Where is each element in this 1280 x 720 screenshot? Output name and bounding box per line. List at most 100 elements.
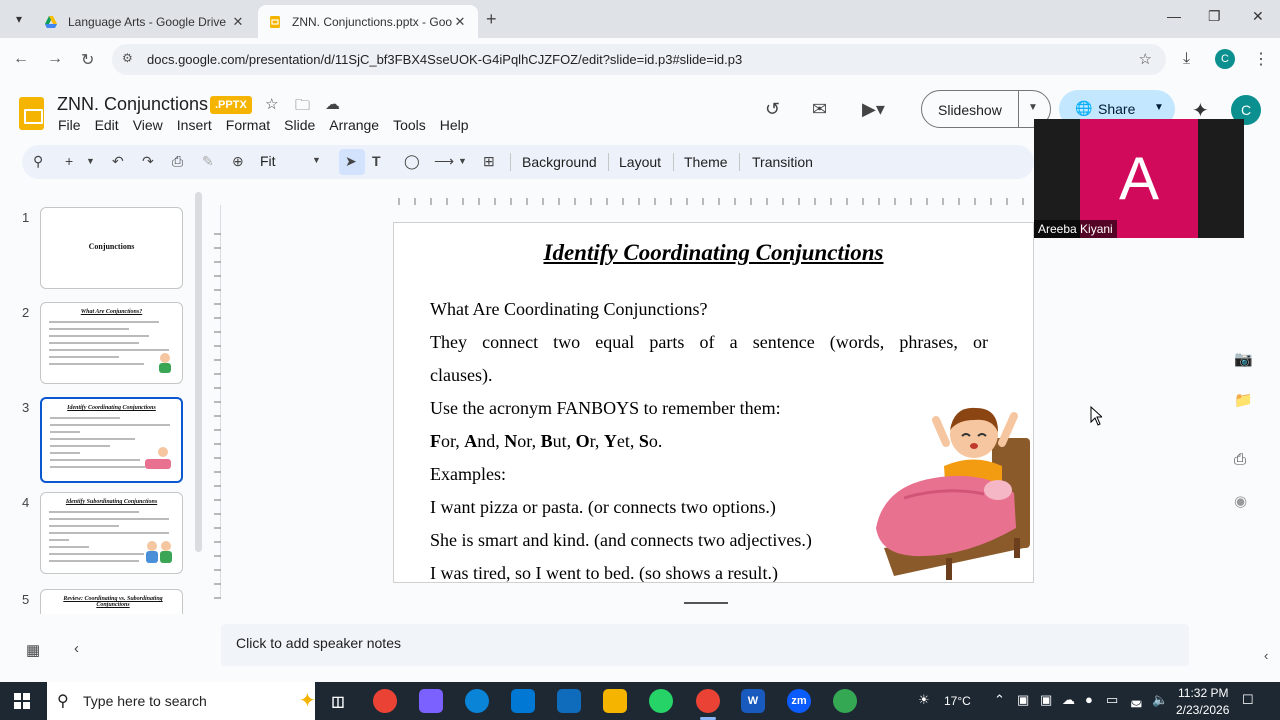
taskbar-search-box[interactable]: ⚲ Type here to search ✦ [47,682,316,720]
current-slide[interactable]: Identify Coordinating Conjunctions What … [393,222,1034,583]
slides-home-logo[interactable] [19,97,44,130]
filmstrip-scrollbar[interactable] [195,192,202,552]
site-info-icon[interactable]: ⚙ [122,51,133,65]
window-close-icon[interactable]: ✕ [1252,8,1264,25]
download-icon[interactable]: ⤓ [1183,50,1190,68]
close-tab-icon[interactable]: ✕ [230,14,246,30]
back-arrow-icon[interactable]: ← [13,50,29,68]
tab-znn-conjunctions[interactable]: ZNN. Conjunctions.pptx - Goog ✕ [258,5,478,38]
line-icon[interactable]: ⟶ [434,153,454,170]
record-icon[interactable]: ◉ [1234,492,1247,510]
file-explorer-icon[interactable] [603,689,627,713]
kebab-menu-icon[interactable]: ⋮ [1253,49,1269,69]
image-search-icon[interactable]: 📷 [1234,350,1253,368]
close-tab-icon[interactable]: ✕ [452,14,468,30]
show-hidden-icons-chevron-icon[interactable]: ⌃ [994,692,1005,708]
clock-date[interactable]: 2/23/2026 [1176,703,1229,717]
word-icon[interactable]: W [741,689,765,713]
slide-thumbnail-1[interactable]: Conjunctions [40,207,183,289]
grid-view-icon[interactable]: ▦ [26,641,40,659]
browser-profile-avatar[interactable]: C [1215,49,1235,69]
volume-icon[interactable]: 🔈 [1152,692,1168,708]
menu-format[interactable]: Format [226,117,270,133]
speaker-notes[interactable]: Click to add speaker notes [221,624,1189,666]
menu-help[interactable]: Help [440,117,469,133]
chrome-profile-icon[interactable] [833,689,857,713]
slide-thumbnail-2[interactable]: What Are Conjunctions? [40,302,183,384]
insert-comment-icon[interactable]: ⊞ [483,153,495,170]
waking-kid-in-bed-illustration[interactable] [874,398,1034,583]
menu-insert[interactable]: Insert [177,117,212,133]
outlook-icon[interactable] [557,689,581,713]
task-view-icon[interactable]: ◫ [326,689,350,713]
tab-search-chevron-icon[interactable]: ▾ [8,8,30,30]
meeting-video-tile[interactable]: A Areeba Kiyani [1034,119,1244,238]
zoom-icon[interactable]: ⊕ [232,153,244,170]
chrome-active-icon[interactable] [696,689,720,713]
print-icon[interactable]: ⎙ [172,153,183,170]
slideshow-button[interactable]: Slideshow ▼ [921,90,1051,128]
wifi-icon[interactable]: ◛ [1130,692,1143,708]
microsoft-store-icon[interactable] [511,689,535,713]
transition-button[interactable]: Transition [752,154,813,170]
address-bar[interactable]: ⚙ docs.google.com/presentation/d/11SjC_b… [112,44,1166,75]
reload-icon[interactable]: ↻ [81,50,94,70]
redo-icon[interactable]: ↷ [142,153,154,170]
select-cursor-icon[interactable]: ➤ [345,153,357,170]
slide-thumbnail-4[interactable]: Identify Subordinating Conjunctions [40,492,183,574]
add-to-slide-icon[interactable]: ⎙ [1234,451,1246,468]
menu-slide[interactable]: Slide [284,117,315,133]
tab-language-arts[interactable]: Language Arts - Google Drive ✕ [34,5,256,38]
microphone-icon[interactable]: ● [1085,692,1093,707]
tray-app-icon[interactable]: ▣ [1040,692,1052,708]
version-history-icon[interactable]: ↺ [765,99,780,120]
notifications-icon[interactable]: ☐ [1242,692,1254,708]
share-options-chevron-icon[interactable]: ▼ [1154,102,1164,113]
background-button[interactable]: Background [522,154,597,170]
new-slide-icon[interactable]: + [65,153,73,169]
edge-icon[interactable] [465,689,489,713]
slide-thumbnail-5[interactable]: Review: Coordinating vs. Subordinating C… [40,589,183,614]
clock-time[interactable]: 11:32 PM [1178,686,1228,700]
menu-view[interactable]: View [133,117,163,133]
weather-temperature[interactable]: 17°C [944,694,971,708]
new-tab-icon[interactable]: + [486,9,497,30]
onedrive-cloud-icon[interactable]: ☁ [1062,692,1075,708]
zoom-icon[interactable]: zm [787,689,811,713]
menu-file[interactable]: File [58,117,81,133]
menu-arrange[interactable]: Arrange [329,117,379,133]
restore-icon[interactable]: ❐ [1208,8,1221,25]
line-chevron-icon[interactable]: ▼ [458,156,467,166]
meet-camera-icon[interactable]: ▶▾ [862,99,885,120]
search-menus-icon[interactable]: ⚲ [33,153,43,170]
copilot-icon[interactable] [419,689,443,713]
menu-edit[interactable]: Edit [95,117,119,133]
weather-icon[interactable]: ☀ [918,692,930,708]
shape-icon[interactable]: ◯ [404,153,420,170]
cloud-status-icon[interactable]: ☁ [325,95,340,113]
undo-icon[interactable]: ↶ [112,153,124,170]
zoom-select[interactable]: Fit [260,153,276,169]
bookmark-star-icon[interactable]: ☆ [1139,50,1152,68]
slide-thumbnail-3[interactable]: Identify Coordinating Conjunctions [40,397,183,483]
forward-arrow-icon[interactable]: → [47,50,63,68]
layout-button[interactable]: Layout [619,154,661,170]
zoom-chevron-icon[interactable]: ▼ [312,155,321,165]
canvas-scroll-indicator[interactable] [684,602,728,604]
whatsapp-icon[interactable] [649,689,673,713]
collapse-filmstrip-chevron-icon[interactable]: ‹ [74,640,79,657]
theme-button[interactable]: Theme [684,154,728,170]
side-panel-collapse-icon[interactable]: ‹ [1264,648,1268,663]
comments-icon[interactable]: ✉ [812,99,827,120]
star-icon[interactable]: ☆ [265,95,278,113]
new-slide-chevron-icon[interactable]: ▼ [86,156,95,166]
document-title[interactable]: ZNN. Conjunctions [57,94,208,115]
minimize-icon[interactable]: — [1167,8,1181,24]
menu-tools[interactable]: Tools [393,117,426,133]
slide-title[interactable]: Identify Coordinating Conjunctions [394,240,1033,266]
slideshow-options-chevron-icon[interactable]: ▼ [1028,102,1038,113]
text-box-icon[interactable]: T [372,153,381,169]
paint-format-icon[interactable]: ✎ [202,153,214,170]
folder-icon[interactable]: 📁 [1234,391,1253,409]
windows-start-icon[interactable] [14,693,30,709]
